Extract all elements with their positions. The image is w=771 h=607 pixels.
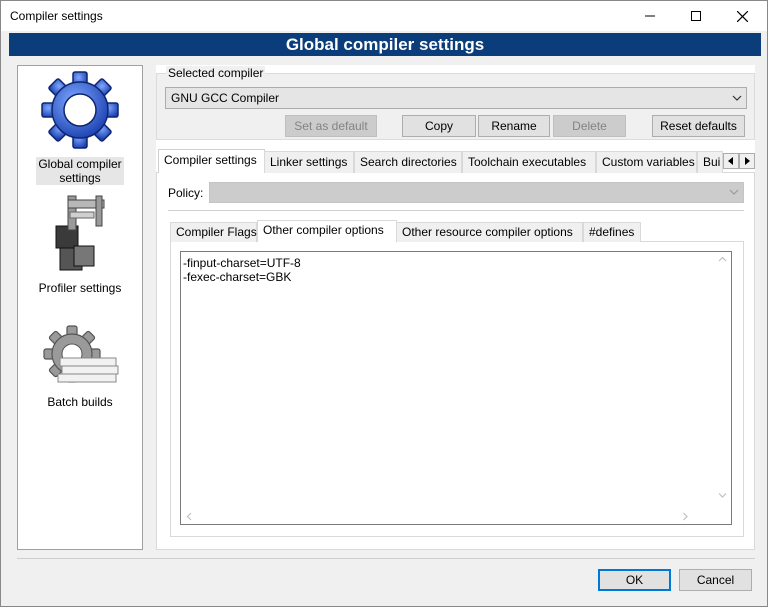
compiler-select[interactable]: GNU GCC Compiler bbox=[165, 87, 747, 109]
policy-select[interactable] bbox=[209, 182, 744, 203]
tab-linker-settings[interactable]: Linker settings bbox=[264, 151, 354, 173]
policy-divider bbox=[168, 210, 744, 211]
nav-label-profiler: Profiler settings bbox=[38, 281, 122, 295]
nav-label-line2: settings bbox=[59, 171, 101, 185]
ok-button[interactable]: OK bbox=[598, 569, 671, 591]
footer-divider bbox=[17, 558, 755, 559]
chevron-down-icon bbox=[729, 183, 739, 208]
tab-build-options[interactable]: Bui bbox=[697, 151, 723, 173]
other-compiler-options-textarea[interactable]: -finput-charset=UTF-8 -fexec-charset=GBK bbox=[180, 251, 732, 525]
tab-defines[interactable]: #defines bbox=[583, 222, 641, 242]
tab-compiler-flags[interactable]: Compiler Flags bbox=[170, 222, 257, 242]
close-icon bbox=[736, 10, 748, 22]
tab-compiler-settings[interactable]: Compiler settings bbox=[158, 149, 265, 173]
scroll-right-icon[interactable] bbox=[681, 511, 690, 525]
chevron-down-icon bbox=[732, 88, 742, 114]
minimize-icon bbox=[645, 15, 655, 17]
scroll-up-icon[interactable] bbox=[718, 254, 727, 268]
gear-icon bbox=[18, 70, 142, 153]
rename-button[interactable]: Rename bbox=[478, 115, 550, 137]
settings-nav-panel: Global compiler settings Profiler settin… bbox=[17, 65, 143, 550]
option-line: -finput-charset=UTF-8 bbox=[183, 256, 301, 270]
tab-search-directories[interactable]: Search directories bbox=[354, 151, 462, 173]
tab-scroll-arrows bbox=[723, 153, 755, 169]
policy-label: Policy: bbox=[168, 186, 204, 200]
minimize-button[interactable] bbox=[627, 1, 673, 31]
compiler-select-value: GNU GCC Compiler bbox=[171, 91, 280, 105]
tab-scroll-left-button[interactable] bbox=[723, 153, 739, 169]
reset-defaults-button[interactable]: Reset defaults bbox=[652, 115, 745, 137]
tab-other-resource-compiler-options[interactable]: Other resource compiler options bbox=[396, 222, 583, 242]
close-button[interactable] bbox=[719, 1, 765, 31]
chevron-right-icon bbox=[745, 157, 750, 165]
compiler-settings-dialog: Compiler settings Global compiler settin… bbox=[0, 0, 768, 607]
scroll-down-icon[interactable] bbox=[718, 490, 727, 504]
delete-button[interactable]: Delete bbox=[553, 115, 626, 137]
selected-compiler-label: Selected compiler bbox=[166, 66, 266, 80]
title-bar: Compiler settings bbox=[1, 1, 767, 31]
maximize-icon bbox=[691, 11, 701, 21]
tab-scroll-right-button[interactable] bbox=[739, 153, 755, 169]
nav-label-line1: Global compiler bbox=[38, 157, 122, 171]
set-as-default-button[interactable]: Set as default bbox=[285, 115, 377, 137]
caliper-icon bbox=[18, 194, 142, 277]
maximize-button[interactable] bbox=[673, 1, 719, 31]
nav-label-batch-builds: Batch builds bbox=[47, 395, 113, 409]
tab-toolchain-executables[interactable]: Toolchain executables bbox=[462, 151, 596, 173]
nav-label-global-compiler: Global compiler settings bbox=[36, 157, 124, 185]
option-line: -fexec-charset=GBK bbox=[183, 270, 292, 284]
scroll-left-icon[interactable] bbox=[185, 511, 194, 525]
chevron-left-icon bbox=[728, 157, 733, 165]
nav-item-batch-builds[interactable]: Batch builds bbox=[18, 324, 142, 409]
tab-custom-variables[interactable]: Custom variables bbox=[596, 151, 697, 173]
horizontal-scrollbar[interactable] bbox=[181, 507, 714, 524]
nav-item-profiler[interactable]: Profiler settings bbox=[18, 194, 142, 295]
vertical-scrollbar[interactable] bbox=[714, 252, 731, 508]
nav-item-global-compiler[interactable]: Global compiler settings bbox=[18, 70, 142, 185]
window-title: Compiler settings bbox=[10, 9, 103, 23]
copy-button[interactable]: Copy bbox=[402, 115, 476, 137]
batch-gear-icon bbox=[18, 324, 142, 391]
tab-other-compiler-options[interactable]: Other compiler options bbox=[257, 220, 397, 242]
cancel-button[interactable]: Cancel bbox=[679, 569, 752, 591]
header-banner: Global compiler settings bbox=[9, 33, 761, 56]
